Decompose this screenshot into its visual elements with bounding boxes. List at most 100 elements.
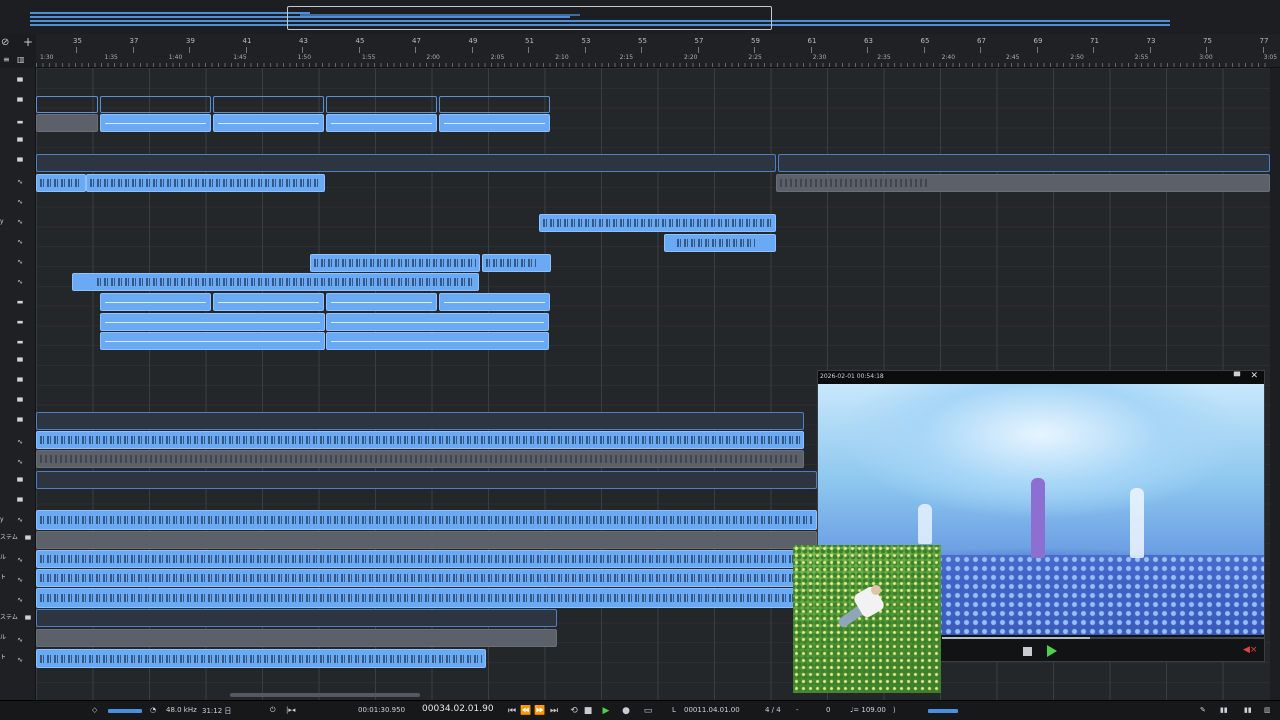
audio-icon[interactable]: ∿ [12,574,28,586]
forward-end-icon[interactable]: ⏭ [548,705,560,717]
folder-clip[interactable] [36,154,776,172]
instrument-clip[interactable] [326,332,549,350]
add-track-icon[interactable]: + [23,36,33,48]
folder-icon[interactable]: ▀ [12,496,28,508]
audio-icon[interactable]: ∿ [12,634,28,646]
audio-clip[interactable] [36,174,86,192]
skip-icon[interactable]: |▸◂ [286,706,295,714]
browser-icon[interactable]: ▮▮ [1244,706,1252,714]
folder-icon[interactable]: ▀ [12,156,28,168]
folder-icon[interactable]: ▀ [12,396,28,408]
gear-icon[interactable]: ⊘ [1,37,9,49]
pencil-icon[interactable]: ✎ [1200,706,1206,714]
audio-icon[interactable]: ∿ [12,554,28,566]
audio-icon[interactable]: ∿ [12,436,28,448]
video-progress-bar[interactable] [942,637,1264,639]
instrument-clip[interactable] [100,332,325,350]
audio-clip[interactable] [86,174,325,192]
audio-icon[interactable]: ∿ [12,594,28,606]
folder-clip[interactable] [100,96,211,113]
list-icon[interactable]: ≡ [3,54,10,66]
rewind-icon[interactable]: ⏪ [520,705,532,717]
loop-position[interactable]: 00011.04.01.00 [684,706,740,714]
folder-icon[interactable]: ▀ [20,534,36,546]
close-icon[interactable]: ✕ [1250,371,1258,381]
instrument-icon[interactable]: ▬ [12,316,28,328]
audio-clip[interactable] [36,649,486,668]
muted-clip[interactable] [36,531,817,549]
audio-icon[interactable]: ∿ [12,256,28,268]
tempo-icon[interactable]: ⟩ [893,706,896,714]
mixer-icon[interactable]: ▮▮ [1220,706,1228,714]
audio-icon[interactable]: ∿ [12,216,28,228]
instrument-clip[interactable] [100,313,325,331]
folder-clip[interactable] [326,96,437,113]
audio-clip[interactable] [664,234,776,252]
fast-forward-icon[interactable]: ⏩ [534,705,546,717]
arrangement-overview[interactable] [0,0,1280,34]
instrument-clip[interactable] [326,313,549,331]
audio-clip[interactable] [310,254,480,272]
instrument-clip[interactable] [326,114,437,132]
video-stop-icon[interactable] [1023,647,1032,656]
folder-icon[interactable]: ▀ [12,416,28,428]
audio-clip[interactable] [36,431,804,449]
metronome-icon[interactable]: ▭ [642,705,654,717]
stop-icon[interactable]: ■ [582,705,594,717]
audio-icon[interactable]: ∿ [12,654,28,666]
horizontal-scrollbar[interactable] [230,693,420,697]
transpose-value[interactable]: 0 [826,706,830,714]
audio-icon[interactable]: ∿ [12,196,28,208]
audio-clip[interactable] [482,254,551,272]
overview-viewport[interactable] [287,6,772,30]
pin-icon[interactable]: ▀ [1234,372,1240,381]
folder-clip[interactable] [778,154,1270,172]
vertical-scrollbar[interactable] [1270,68,1280,700]
muted-clip[interactable] [36,629,557,647]
muted-clip[interactable] [36,114,98,132]
video-play-icon[interactable] [1047,645,1057,657]
instrument-clip[interactable] [213,114,324,132]
folder-clip[interactable] [439,96,550,113]
folder-icon[interactable]: ▀ [12,96,28,108]
folder-clip[interactable] [36,609,557,627]
audio-icon[interactable]: ∿ [12,514,28,526]
position-display[interactable]: 00034.02.01.90 [422,704,494,714]
folder-clip[interactable] [36,96,98,113]
folder-clip[interactable] [36,471,817,489]
audio-clip[interactable] [36,510,817,530]
audio-icon[interactable]: ∿ [12,236,28,248]
record-icon[interactable]: ● [620,705,632,717]
instrument-icon[interactable]: ▬ [12,116,28,128]
muted-audio-clip[interactable] [36,450,804,468]
instrument-clip[interactable] [439,114,550,132]
folder-clip[interactable] [36,412,804,430]
folder-icon[interactable]: ▀ [12,356,28,368]
mute-icon[interactable]: ◀× [1243,645,1257,655]
panel-icon[interactable]: ▥ [17,54,25,66]
audio-clip[interactable] [539,214,776,232]
folder-icon[interactable]: ▀ [20,614,36,626]
timeline-ruler[interactable]: ⊘ + ≡ ▥ 35 37 39 41 43 45 47 49 51 53 55 57 59 61 63 65… [0,34,1280,68]
play-icon[interactable]: ▶ [600,705,612,717]
folder-icon[interactable]: ▀ [12,136,28,148]
inspector-icon[interactable]: ▥ [1264,706,1271,714]
folder-icon[interactable]: ▀ [12,76,28,88]
audio-clip[interactable] [36,550,817,568]
folder-icon[interactable]: ▀ [12,376,28,388]
power-icon[interactable]: ⏻ [270,706,276,715]
video-title-bar[interactable]: 2026-02-01 00:54:18 ▀ ✕ [818,371,1264,384]
loop-icon[interactable]: ⟲ [568,705,580,717]
folder-icon[interactable]: ▀ [12,476,28,488]
instrument-clip[interactable] [326,293,437,311]
audio-clip[interactable] [36,588,817,608]
instrument-icon[interactable]: ▬ [12,336,28,348]
instrument-icon[interactable]: ▬ [12,296,28,308]
audio-icon[interactable]: ∿ [12,276,28,288]
rewind-start-icon[interactable]: ⏮ [506,705,518,717]
audio-clip[interactable] [72,273,479,291]
instrument-clip[interactable] [100,114,211,132]
audio-clip[interactable] [36,569,817,587]
tempo-display[interactable]: ♩= 109.00 [850,706,886,714]
instrument-clip[interactable] [100,293,211,311]
